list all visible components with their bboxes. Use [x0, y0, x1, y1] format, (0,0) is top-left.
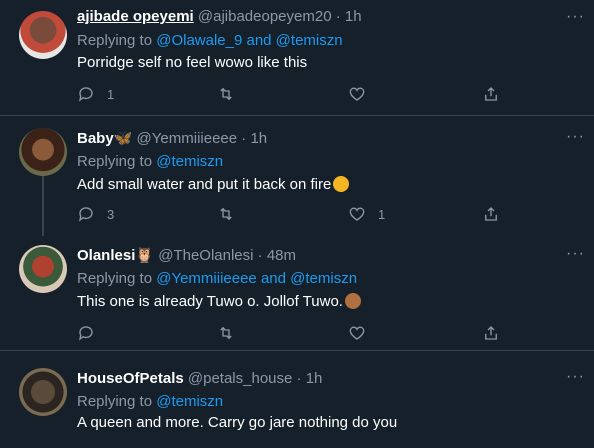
replying-prefix: Replying to: [77, 153, 157, 170]
handle[interactable]: @TheOlanlesi: [158, 247, 253, 264]
avatar[interactable]: [19, 11, 67, 59]
share-icon: [485, 326, 497, 340]
tweet-1[interactable]: ajibade opeyemi @ajibadeopeyem20 · 1h ··…: [0, 0, 594, 115]
tweet-header: HouseOfPetals @petals_house · 1h: [77, 370, 322, 388]
reply-button[interactable]: [77, 323, 95, 343]
retweet-icon: [220, 326, 232, 340]
timestamp[interactable]: 1h: [306, 370, 323, 387]
tweet-actions: [77, 323, 507, 343]
replying-to: Replying to @Yemmiiieeee and @temiszn: [77, 270, 357, 288]
tweet-text-row: Add small water and put it back on fire: [77, 176, 350, 194]
separator: ·: [335, 8, 341, 25]
avatar[interactable]: [19, 128, 67, 176]
display-name[interactable]: Baby: [77, 130, 114, 147]
retweet-button[interactable]: [217, 323, 235, 343]
replying-mentions[interactable]: @Olawale_9 and @temiszn: [156, 32, 342, 49]
reply-count: 1: [107, 86, 115, 102]
tweet-text: Porridge self no feel wowo like this: [77, 54, 308, 71]
reply-icon: [78, 207, 93, 222]
replying-to: Replying to @Olawale_9 and @temiszn: [77, 32, 343, 50]
handle[interactable]: @petals_house: [188, 370, 292, 387]
tweet-text: This one is already Tuwo o. Jollof Tuwo.: [77, 293, 343, 310]
timestamp[interactable]: 48m: [267, 247, 296, 264]
replying-mentions[interactable]: @Yemmiiieeee and @temiszn: [156, 270, 357, 287]
like-button[interactable]: [348, 84, 366, 104]
retweet-button[interactable]: [217, 204, 235, 224]
share-icon: [485, 207, 497, 221]
like-button[interactable]: 1: [348, 204, 385, 224]
avatar[interactable]: [19, 245, 67, 293]
display-name[interactable]: Olanlesi: [77, 247, 135, 264]
blue-butterfly-icon: 🦋: [113, 130, 133, 147]
tweet-actions: 3 1: [77, 204, 507, 224]
replying-prefix: Replying to: [77, 32, 157, 49]
replying-to: Replying to @temiszn: [77, 393, 223, 411]
more-options-icon[interactable]: ···: [566, 129, 584, 150]
retweet-icon: [220, 87, 232, 101]
face-with-hand-over-mouth-icon: [333, 176, 350, 192]
display-name[interactable]: ajibade opeyemi: [77, 8, 194, 25]
display-name[interactable]: HouseOfPetals: [77, 370, 184, 387]
tweet-3[interactable]: Olanlesi🦉 @TheOlanlesi · 48m ··· Replyin…: [0, 233, 594, 350]
timestamp[interactable]: 1h: [250, 130, 267, 147]
tweet-actions: 1: [77, 84, 507, 104]
timestamp[interactable]: 1h: [345, 8, 362, 25]
handle[interactable]: @Yemmiiieeee: [137, 130, 238, 147]
heart-icon: [349, 326, 365, 340]
tweet-text: A queen and more. Carry go jare nothing …: [77, 414, 398, 431]
tweet-text-row: This one is already Tuwo o. Jollof Tuwo.: [77, 293, 361, 311]
retweet-icon: [220, 207, 232, 221]
separator: ·: [257, 247, 263, 264]
like-count: 1: [378, 206, 386, 222]
handle[interactable]: @ajibadeopeyem20: [198, 8, 332, 25]
tweet-2[interactable]: Baby🦋 @Yemmiiieeee · 1h ··· Replying to …: [0, 116, 594, 236]
tweet-header: ajibade opeyemi @ajibadeopeyem20 · 1h: [77, 8, 362, 26]
share-button[interactable]: [482, 84, 500, 104]
more-options-icon[interactable]: ···: [566, 246, 584, 267]
reply-button[interactable]: 1: [77, 84, 114, 104]
reply-count: 3: [107, 206, 115, 222]
tweet-text: Add small water and put it back on fire: [77, 176, 332, 193]
like-button[interactable]: [348, 323, 366, 343]
separator: ·: [241, 130, 247, 147]
tweet-4[interactable]: HouseOfPetals @petals_house · 1h ··· Rep…: [0, 351, 594, 448]
separator: ·: [296, 370, 302, 387]
share-button[interactable]: [482, 323, 500, 343]
replying-mentions[interactable]: @temiszn: [156, 393, 223, 410]
heart-icon: [349, 207, 365, 221]
see-no-evil-monkey-icon: [344, 293, 361, 309]
more-options-icon[interactable]: ···: [566, 9, 584, 30]
replying-prefix: Replying to: [77, 393, 157, 410]
reply-icon: [78, 326, 93, 341]
avatar[interactable]: [19, 368, 67, 416]
replying-mentions[interactable]: @temiszn: [156, 153, 223, 170]
replying-prefix: Replying to: [77, 270, 157, 287]
thread-line: [42, 176, 44, 236]
retweet-button[interactable]: [217, 84, 235, 104]
reply-button[interactable]: 3: [77, 204, 114, 224]
more-options-icon[interactable]: ···: [566, 369, 584, 390]
heart-icon: [349, 87, 365, 101]
reply-icon: [78, 87, 93, 102]
share-button[interactable]: [482, 204, 500, 224]
share-icon: [485, 87, 497, 101]
tweet-header: Baby🦋 @Yemmiiieeee · 1h: [77, 130, 267, 148]
tweet-header: Olanlesi🦉 @TheOlanlesi · 48m: [77, 247, 296, 265]
replying-to: Replying to @temiszn: [77, 153, 223, 171]
owl-icon: 🦉: [135, 247, 155, 264]
